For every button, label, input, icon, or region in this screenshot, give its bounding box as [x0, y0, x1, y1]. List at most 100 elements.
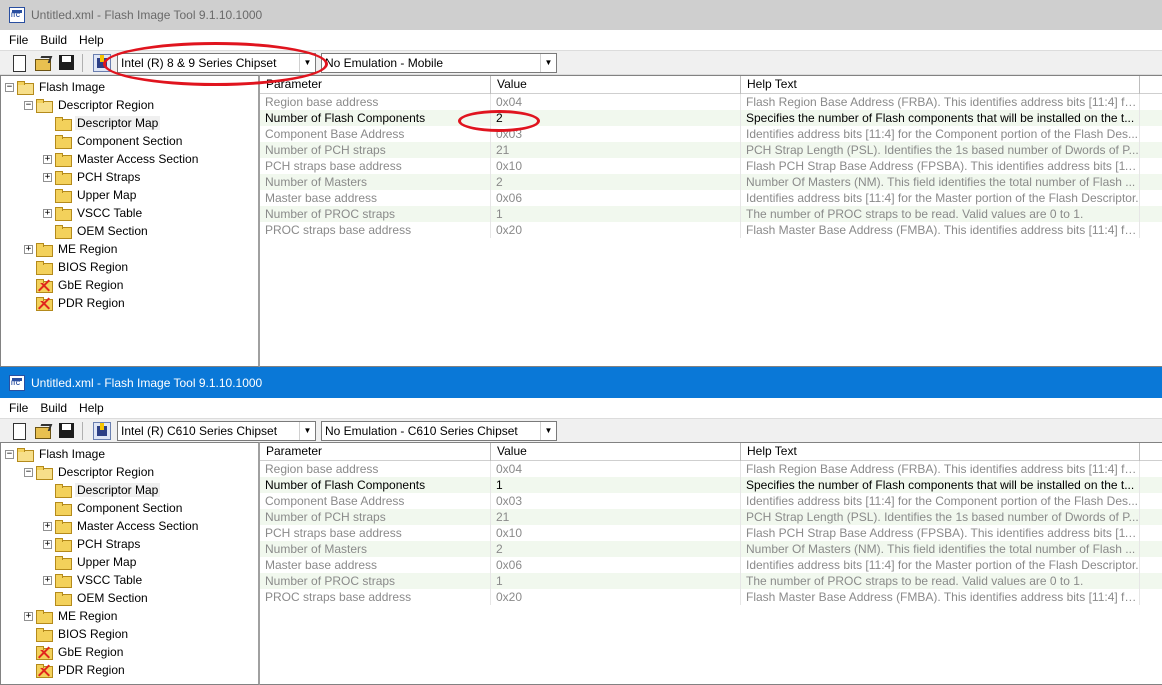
column-header-value[interactable]: Value — [491, 76, 741, 94]
tree-item[interactable]: + PCH Straps — [1, 535, 258, 553]
tree-item[interactable]: + ME Region — [1, 240, 258, 258]
value-cell[interactable]: 21 — [491, 509, 741, 525]
tree-item[interactable]: Upper Map — [1, 186, 258, 204]
tree-item[interactable]: Component Section — [1, 499, 258, 517]
value-cell[interactable]: 0x03 — [491, 126, 741, 142]
table-row[interactable]: Region base address 0x04 Flash Region Base… — [260, 461, 1162, 477]
tree-item[interactable]: BIOS Region — [1, 625, 258, 643]
tree-item[interactable]: OEM Section — [1, 222, 258, 240]
value-cell[interactable]: 0x20 — [491, 222, 741, 238]
new-file-icon[interactable] — [10, 422, 28, 440]
menu-help[interactable]: Help — [73, 401, 110, 415]
tree-item[interactable]: + VSCC Table — [1, 571, 258, 589]
tree-item[interactable]: Descriptor Map — [1, 114, 258, 132]
table-row[interactable]: PROC straps base address 0x20 Flash Master… — [260, 222, 1162, 238]
chipset-select[interactable]: Intel (R) 8 & 9 Series Chipset ▼ — [117, 52, 316, 73]
value-cell[interactable]: 0x20 — [491, 589, 741, 605]
expand-icon[interactable]: + — [43, 521, 52, 531]
tree-item[interactable]: OEM Section — [1, 589, 258, 607]
value-cell[interactable]: 21 — [491, 142, 741, 158]
collapse-icon[interactable]: − — [24, 467, 33, 477]
table-row[interactable]: Component Base Address 0x03 Identifies add… — [260, 493, 1162, 509]
menu-help[interactable]: Help — [73, 33, 110, 47]
title-bar[interactable]: Untitled.xml - Flash Image Tool 9.1.10.1… — [0, 367, 1162, 398]
build-icon[interactable] — [93, 53, 111, 72]
open-folder-icon[interactable] — [34, 54, 52, 72]
title-bar[interactable]: Untitled.xml - Flash Image Tool 9.1.10.1… — [0, 0, 1162, 30]
expand-icon[interactable]: + — [43, 575, 52, 585]
chipset-select[interactable]: Intel (R) C610 Series Chipset ▼ — [117, 420, 316, 441]
value-cell[interactable]: 2 — [491, 174, 741, 190]
table-row[interactable]: PCH straps base address 0x10 Flash PCH Str… — [260, 525, 1162, 541]
expand-icon[interactable]: + — [43, 154, 52, 164]
value-cell[interactable]: 2 — [491, 110, 741, 126]
menu-file[interactable]: File — [3, 401, 34, 415]
table-row[interactable]: Region base address 0x04 Flash Region Base… — [260, 94, 1162, 110]
tree-item[interactable]: + ME Region — [1, 607, 258, 625]
table-row[interactable]: Number of Masters 2 Number Of Masters (NM)… — [260, 541, 1162, 557]
value-cell[interactable]: 0x06 — [491, 190, 741, 206]
value-cell[interactable]: 0x10 — [491, 525, 741, 541]
expand-icon[interactable]: + — [43, 539, 52, 549]
table-row[interactable]: Number of PROC straps 1 The number of PROC… — [260, 206, 1162, 222]
tree-item[interactable]: − Flash Image — [1, 78, 258, 96]
value-cell[interactable]: 1 — [491, 206, 741, 222]
table-row[interactable]: Number of Masters 2 Number Of Masters (NM)… — [260, 174, 1162, 190]
tree-item[interactable]: GbE Region — [1, 276, 258, 294]
value-cell[interactable]: 2 — [491, 541, 741, 557]
save-icon[interactable] — [58, 422, 76, 440]
tree-item[interactable]: PDR Region — [1, 294, 258, 312]
chevron-down-icon[interactable]: ▼ — [299, 421, 315, 440]
tree-view[interactable]: − Flash Image − Descriptor Region Descriptor… — [0, 75, 260, 367]
expand-icon[interactable]: + — [43, 208, 52, 218]
collapse-icon[interactable]: − — [24, 100, 33, 110]
chevron-down-icon[interactable]: ▼ — [299, 53, 315, 72]
expand-icon[interactable]: + — [24, 611, 33, 621]
new-file-icon[interactable] — [10, 54, 28, 72]
emulation-select[interactable]: No Emulation - C610 Series Chipset ▼ — [321, 420, 557, 441]
table-row[interactable]: PROC straps base address 0x20 Flash Master… — [260, 589, 1162, 605]
tree-item[interactable]: − Descriptor Region — [1, 96, 258, 114]
tree-item[interactable]: GbE Region — [1, 643, 258, 661]
tree-item[interactable]: BIOS Region — [1, 258, 258, 276]
column-header-help-text[interactable]: Help Text — [741, 443, 1140, 461]
value-cell[interactable]: 0x03 — [491, 493, 741, 509]
collapse-icon[interactable]: − — [5, 449, 14, 459]
tree-item[interactable]: Descriptor Map — [1, 481, 258, 499]
table-row[interactable]: Number of Flash Components 2 Specifies the… — [260, 110, 1162, 126]
table-row[interactable]: PCH straps base address 0x10 Flash PCH Str… — [260, 158, 1162, 174]
value-cell[interactable]: 0x10 — [491, 158, 741, 174]
menu-build[interactable]: Build — [34, 33, 73, 47]
value-cell[interactable]: 1 — [491, 477, 741, 493]
tree-item[interactable]: − Descriptor Region — [1, 463, 258, 481]
tree-item[interactable]: PDR Region — [1, 661, 258, 679]
expand-icon[interactable]: + — [43, 172, 52, 182]
chevron-down-icon[interactable]: ▼ — [540, 421, 556, 440]
table-row[interactable]: Number of Flash Components 1 Specifies the… — [260, 477, 1162, 493]
value-cell[interactable]: 0x06 — [491, 557, 741, 573]
tree-item[interactable]: + Master Access Section — [1, 150, 258, 168]
expand-icon[interactable]: + — [24, 244, 33, 254]
table-row[interactable]: Master base address 0x06 Identifies addres… — [260, 557, 1162, 573]
tree-item[interactable]: + PCH Straps — [1, 168, 258, 186]
chevron-down-icon[interactable]: ▼ — [540, 53, 556, 72]
tree-item[interactable]: Upper Map — [1, 553, 258, 571]
tree-item[interactable]: − Flash Image — [1, 445, 258, 463]
value-cell[interactable]: 0x04 — [491, 94, 741, 110]
column-header-parameter[interactable]: Parameter — [260, 443, 491, 461]
save-icon[interactable] — [58, 54, 76, 72]
table-row[interactable]: Number of PCH straps 21 PCH Strap Length (… — [260, 509, 1162, 525]
tree-item[interactable]: + VSCC Table — [1, 204, 258, 222]
column-header-help-text[interactable]: Help Text — [741, 76, 1140, 94]
tree-view[interactable]: − Flash Image − Descriptor Region Descriptor… — [0, 442, 260, 685]
open-folder-icon[interactable] — [34, 422, 52, 440]
menu-build[interactable]: Build — [34, 401, 73, 415]
value-cell[interactable]: 1 — [491, 573, 741, 589]
column-header-value[interactable]: Value — [491, 443, 741, 461]
value-cell[interactable]: 0x04 — [491, 461, 741, 477]
column-header-parameter[interactable]: Parameter — [260, 76, 491, 94]
build-icon[interactable] — [93, 421, 111, 440]
table-row[interactable]: Master base address 0x06 Identifies addres… — [260, 190, 1162, 206]
table-row[interactable]: Number of PROC straps 1 The number of PROC… — [260, 573, 1162, 589]
table-row[interactable]: Number of PCH straps 21 PCH Strap Length (… — [260, 142, 1162, 158]
